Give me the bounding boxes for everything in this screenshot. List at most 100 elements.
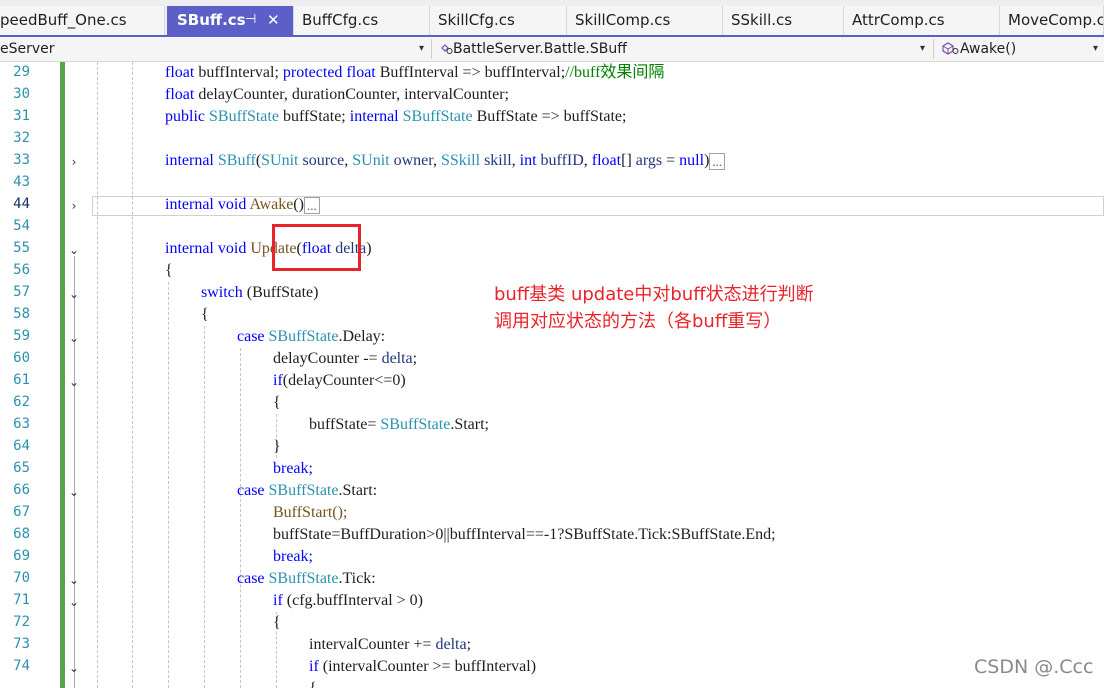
line-number: 66 — [13, 482, 30, 498]
line-number: 31 — [13, 108, 30, 124]
annotation-line-1: buff基类 update中对buff状态进行判断 — [494, 284, 814, 305]
chevron-down-icon[interactable]: ⌄ — [68, 486, 80, 498]
line-number: 70 — [13, 570, 30, 586]
indent-guide — [97, 62, 98, 688]
line-number: 62 — [13, 394, 30, 410]
code-line-30: float delayCounter, durationCounter, int… — [165, 86, 509, 103]
indent-guide — [168, 282, 169, 688]
line-number: 43 — [13, 174, 30, 190]
line-number: 61 — [13, 372, 30, 388]
annotation-line-2: 调用对应状态的方法（各buff重写） — [494, 311, 782, 332]
change-tracking-bar — [60, 62, 65, 688]
chevron-down-icon[interactable]: ⌄ — [68, 332, 80, 344]
code-line-68: buffState=BuffDuration>0||buffInterval==… — [273, 526, 776, 543]
collapsed-region-marker[interactable]: ... — [709, 152, 726, 170]
member-dropdown[interactable]: Awake() — [942, 37, 1016, 61]
code-line-44: internal void Awake()... — [165, 194, 320, 216]
code-line-69: break; — [273, 548, 313, 565]
code-line-70: case SBuffState.Tick: — [237, 570, 376, 587]
chevron-down-icon[interactable]: ⌄ — [68, 596, 80, 608]
line-number: 54 — [13, 218, 30, 234]
indent-guide — [204, 326, 205, 688]
collapsed-region-marker[interactable]: ... — [303, 196, 320, 214]
code-line-64: } — [273, 438, 281, 455]
close-icon[interactable]: ✕ — [267, 6, 280, 34]
line-number: 67 — [13, 504, 30, 520]
type-dropdown[interactable]: BattleServer.Battle.SBuff — [440, 37, 627, 61]
chevron-down-icon[interactable]: ⌄ — [68, 244, 80, 256]
tab-label: SBuff.cs — [177, 11, 246, 29]
chevron-down-icon[interactable]: ⌄ — [68, 662, 80, 674]
tab-attrcomp[interactable]: AttrComp.cs — [844, 6, 1000, 35]
tab-label: BuffCfg.cs — [302, 11, 379, 29]
code-line-75: { — [309, 678, 317, 688]
chevron-down-icon[interactable]: ⌄ — [68, 574, 80, 586]
tab-label: SkillComp.cs — [575, 11, 671, 29]
tab-label: AttrComp.cs — [852, 11, 945, 29]
line-number: 74 — [13, 658, 30, 674]
annotation-highlight-box — [272, 224, 361, 271]
line-number: 57 — [13, 284, 30, 300]
line-number: 65 — [13, 460, 30, 476]
tab-label: SSkill.cs — [731, 11, 793, 29]
line-number: 55 — [13, 240, 30, 256]
watermark: CSDN @.Ccc — [974, 656, 1094, 678]
line-number: 30 — [13, 86, 30, 102]
chevron-down-icon[interactable]: ▾ — [419, 37, 424, 61]
code-line-29: float buffInterval; protected float Buff… — [165, 64, 665, 81]
line-number: 58 — [13, 306, 30, 322]
annotation-text: buff基类 update中对buff状态进行判断 调用对应状态的方法（各buf… — [494, 281, 914, 335]
line-number: 71 — [13, 592, 30, 608]
member-label: Awake() — [960, 41, 1017, 57]
chevron-down-icon[interactable]: ⌄ — [68, 376, 80, 388]
tab-sbuff-active[interactable]: SBuff.cs ⊣ ✕ — [167, 6, 294, 35]
indent-guide — [240, 348, 241, 688]
tab-skillcomp[interactable]: SkillComp.cs — [567, 6, 723, 35]
line-number: 64 — [13, 438, 30, 454]
line-number: 56 — [13, 262, 30, 278]
chevron-down-icon[interactable]: ▾ — [1093, 37, 1098, 61]
code-line-58: { — [201, 306, 209, 323]
navigation-bar: eServer ▾ BattleServer.Battle.SBuff ▾ Aw… — [0, 37, 1104, 62]
tab-skillcfg[interactable]: SkillCfg.cs — [430, 6, 567, 35]
pin-icon[interactable]: ⊣ — [245, 6, 256, 34]
code-line-31: public SBuffState buffState; internal SB… — [165, 108, 627, 125]
nav-divider — [933, 39, 934, 59]
line-number: 33 — [13, 152, 30, 168]
code-line-72: { — [273, 614, 281, 631]
line-number: 59 — [13, 328, 30, 344]
code-line-56: { — [165, 262, 173, 279]
code-line-67: BuffStart(); — [273, 504, 348, 521]
chevron-right-icon[interactable]: › — [68, 200, 80, 212]
line-number: 72 — [13, 614, 30, 630]
chevron-down-icon[interactable]: ▾ — [920, 37, 925, 61]
project-dropdown[interactable]: eServer — [0, 37, 55, 61]
type-label: BattleServer.Battle.SBuff — [453, 41, 627, 57]
indent-guide — [132, 62, 133, 688]
method-icon — [942, 39, 960, 55]
line-number: 73 — [13, 636, 30, 652]
chevron-right-icon[interactable]: › — [68, 156, 80, 168]
code-line-74: if (intervalCounter >= buffInterval) — [309, 658, 537, 675]
tab-speedbuff-one[interactable]: peedBuff_One.cs — [0, 6, 165, 35]
code-line-60: delayCounter -= delta; — [273, 350, 418, 367]
line-number: 68 — [13, 526, 30, 542]
code-line-61: if(delayCounter<=0) — [273, 372, 406, 389]
line-number: 44 — [13, 196, 30, 212]
class-icon — [440, 39, 453, 54]
project-label: eServer — [0, 41, 55, 57]
code-line-65: break; — [273, 460, 313, 477]
chevron-down-icon[interactable]: ⌄ — [68, 288, 80, 300]
code-line-62: { — [273, 394, 281, 411]
tab-movecomp[interactable]: MoveComp.cs — [1000, 6, 1104, 35]
code-line-33: internal SBuff(SUnit source, SUnit owner… — [165, 150, 726, 172]
tab-label: peedBuff_One.cs — [0, 11, 127, 29]
code-line-71: if (cfg.buffInterval > 0) — [273, 592, 424, 609]
tab-buffcfg[interactable]: BuffCfg.cs — [294, 6, 430, 35]
code-line-59: case SBuffState.Delay: — [237, 328, 386, 345]
tab-label: SkillCfg.cs — [438, 11, 515, 29]
code-editor[interactable]: 29 30 31 32 33 43 44 54 55 56 57 58 59 60 61 62 63 64 65 66… — [0, 62, 1104, 688]
tab-sskill[interactable]: SSkill.cs — [723, 6, 844, 35]
line-number: 60 — [13, 350, 30, 366]
document-tab-bar: peedBuff_One.cs SBuff.cs ⊣ ✕ BuffCfg.cs … — [0, 0, 1104, 37]
